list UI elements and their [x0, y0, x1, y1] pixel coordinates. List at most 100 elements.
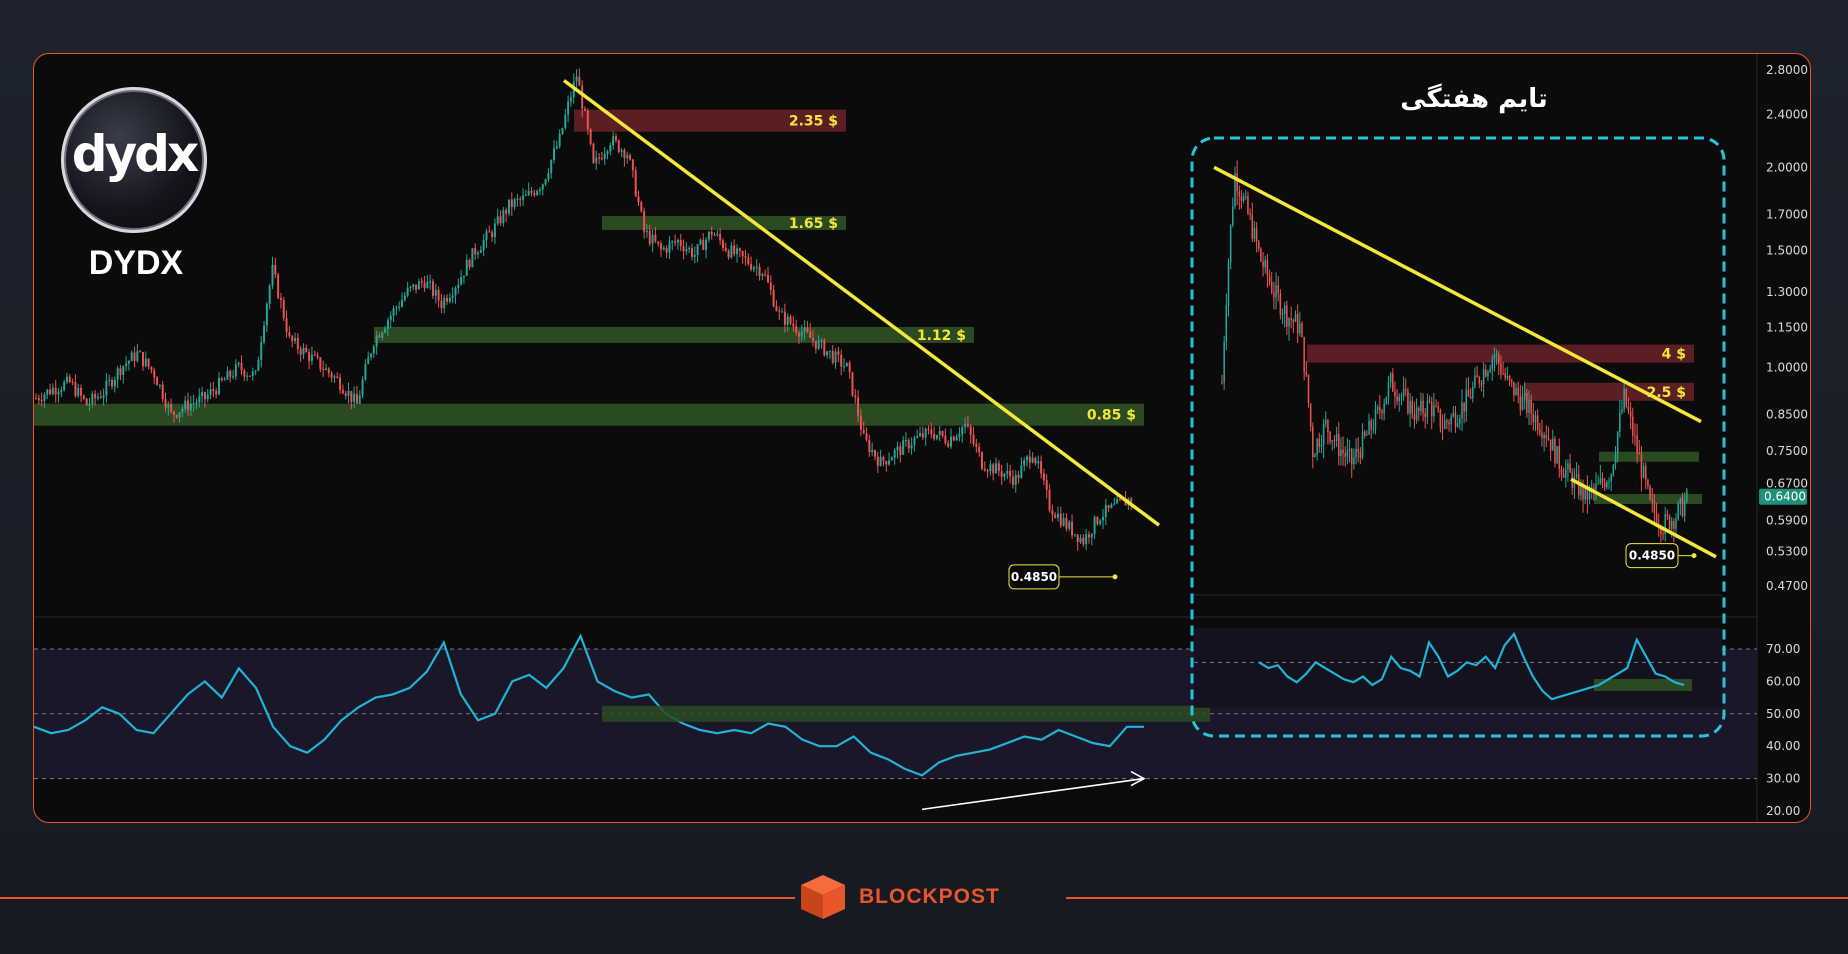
daily-candle-body	[192, 403, 195, 405]
daily-candle-body	[434, 289, 437, 296]
daily-candle-body	[696, 244, 699, 255]
weekly-candle-body	[1242, 196, 1245, 202]
daily-candle-body	[690, 248, 693, 257]
daily-candle-body	[626, 155, 629, 159]
weekly-candle-body	[1257, 241, 1260, 249]
daily-candle-body	[755, 266, 758, 268]
weekly-candle-body	[1420, 400, 1422, 412]
daily-candle-body	[322, 369, 325, 371]
daily-candle-body	[848, 362, 851, 373]
daily-candle-body	[209, 389, 212, 395]
daily-candle-body	[702, 239, 705, 250]
weekly-candle-body	[1642, 466, 1645, 478]
weekly-candle-body	[1253, 227, 1256, 239]
daily-candle-body	[1054, 514, 1057, 518]
daily-candle-body	[809, 331, 812, 338]
daily-candle-body	[189, 403, 192, 411]
daily-candle-body	[457, 284, 460, 289]
weekly-candle-body	[1515, 387, 1517, 396]
daily-candle-body	[797, 332, 800, 337]
weekly-candle-body	[1601, 478, 1604, 483]
weekly-candle-body	[1679, 498, 1682, 504]
weekly-candle-body	[1247, 196, 1249, 214]
daily-candle-body	[1062, 518, 1065, 526]
weekly-candle-body	[1392, 373, 1394, 392]
weekly-candle-body	[1353, 457, 1355, 465]
daily-candle-body	[955, 436, 958, 441]
daily-candle-body	[158, 384, 161, 386]
weekly-candle-body	[1541, 432, 1543, 438]
daily-candle-body	[111, 379, 114, 387]
weekly-candle-body	[1556, 446, 1558, 464]
daily-candle-body	[355, 393, 358, 404]
weekly-candle-body	[1221, 382, 1223, 384]
weekly-candle-body	[1446, 420, 1448, 423]
level-zone	[34, 403, 1144, 426]
daily-candle-body	[879, 456, 882, 466]
weekly-candle-body	[1465, 389, 1468, 412]
daily-candle-body	[778, 310, 781, 312]
daily-candle-body	[440, 300, 443, 308]
daily-candle-body	[116, 368, 119, 380]
daily-candle-body	[600, 158, 603, 160]
weekly-candle-body	[1645, 466, 1647, 480]
weekly-candle-body	[1417, 408, 1420, 412]
chart-frame: 2.8000 2.4000 2.0000 1.7000 1.5000 1.3000 1.15…	[33, 53, 1811, 823]
daily-candle-body	[102, 395, 105, 398]
price-tick-label: 1.0000	[1766, 361, 1808, 375]
weekly-candle-body	[1599, 478, 1602, 484]
daily-candle-body	[223, 379, 226, 381]
daily-candle-body	[828, 350, 831, 352]
daily-candle-body	[398, 306, 401, 308]
daily-candle-body	[1082, 537, 1085, 545]
daily-candle-body	[862, 429, 865, 434]
daily-candle-body	[80, 387, 83, 396]
weekly-candle-body	[1430, 402, 1433, 417]
weekly-candle-body	[1281, 313, 1284, 315]
weekly-candle-body	[1387, 382, 1390, 397]
daily-candle-body	[730, 245, 733, 258]
weekly-candle-body	[1361, 432, 1364, 458]
daily-candle-body	[417, 281, 420, 290]
daily-candle-body	[282, 299, 285, 319]
daily-candle-body	[578, 76, 581, 86]
daily-candle-body	[505, 210, 508, 214]
daily-candle-body	[68, 376, 71, 382]
rsi-tick-label: 50.00	[1766, 707, 1800, 721]
weekly-candle-body	[1493, 354, 1496, 359]
weekly-candle-body	[1491, 358, 1494, 370]
daily-candle-body	[902, 440, 905, 455]
daily-candle-body	[868, 439, 871, 453]
daily-candle-body	[122, 366, 125, 375]
weekly-candle-body	[1506, 376, 1509, 378]
daily-candle-body	[229, 370, 232, 377]
weekly-candle-body	[1450, 416, 1452, 425]
daily-candle-body	[772, 289, 775, 307]
weekly-candle-body	[1232, 206, 1234, 226]
daily-candle-body	[617, 140, 620, 152]
daily-candle-body	[412, 284, 415, 287]
daily-candle-body	[767, 275, 769, 283]
daily-candle-body	[344, 393, 347, 396]
rsi-tick-label: 60.00	[1766, 674, 1800, 688]
weekly-candle-body	[1539, 430, 1541, 433]
daily-candle-body	[277, 274, 280, 298]
daily-candle-body	[983, 468, 986, 471]
daily-candle-body	[491, 232, 494, 238]
daily-candle-body	[471, 248, 474, 268]
weekly-candle-body	[1251, 215, 1254, 239]
daily-candle-body	[403, 295, 406, 300]
daily-candle-body	[187, 400, 190, 411]
daily-candle-body	[271, 264, 274, 286]
daily-candle-body	[1051, 510, 1054, 515]
daily-candle-body	[460, 277, 463, 285]
weekly-candle-body	[1569, 463, 1571, 473]
low-marker-label: 0.4850	[1011, 570, 1057, 584]
daily-candle-body	[896, 446, 899, 451]
daily-candle-body	[88, 403, 91, 406]
weekly-candle-body	[1340, 449, 1342, 456]
daily-candle-body	[665, 247, 668, 253]
weekly-candle-body	[1407, 390, 1409, 414]
weekly-candle-body	[1303, 337, 1305, 373]
weekly-candle-body	[1394, 391, 1396, 397]
